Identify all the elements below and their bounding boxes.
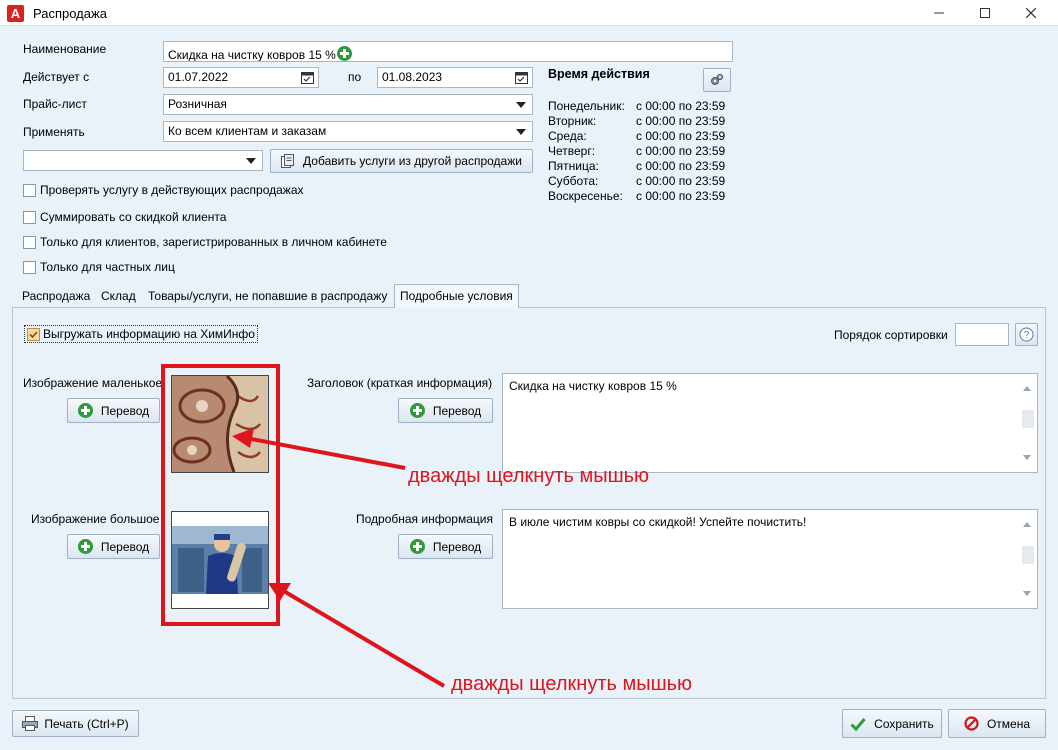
annotation-arrow bbox=[245, 436, 406, 470]
print-button[interactable]: Печать (Ctrl+P) bbox=[12, 710, 139, 737]
annotation-overlay bbox=[161, 364, 446, 688]
save-button[interactable]: Сохранить bbox=[842, 709, 942, 738]
annotation-text: дважды щелкнуть мышью bbox=[451, 673, 693, 695]
cancel-button[interactable]: Отмена bbox=[948, 709, 1046, 738]
cancel-icon bbox=[964, 716, 979, 731]
cancel-label: Отмена bbox=[986, 716, 1031, 731]
printer-icon bbox=[22, 716, 39, 731]
save-label: Сохранить bbox=[874, 716, 934, 731]
checkmark-icon bbox=[850, 717, 866, 731]
annotation-text: дважды щелкнуть мышью bbox=[408, 465, 650, 487]
print-label: Печать (Ctrl+P) bbox=[44, 716, 129, 731]
arrow-head bbox=[232, 428, 254, 448]
highlight-rectangle bbox=[161, 364, 280, 626]
annotation-arrow bbox=[280, 588, 446, 688]
